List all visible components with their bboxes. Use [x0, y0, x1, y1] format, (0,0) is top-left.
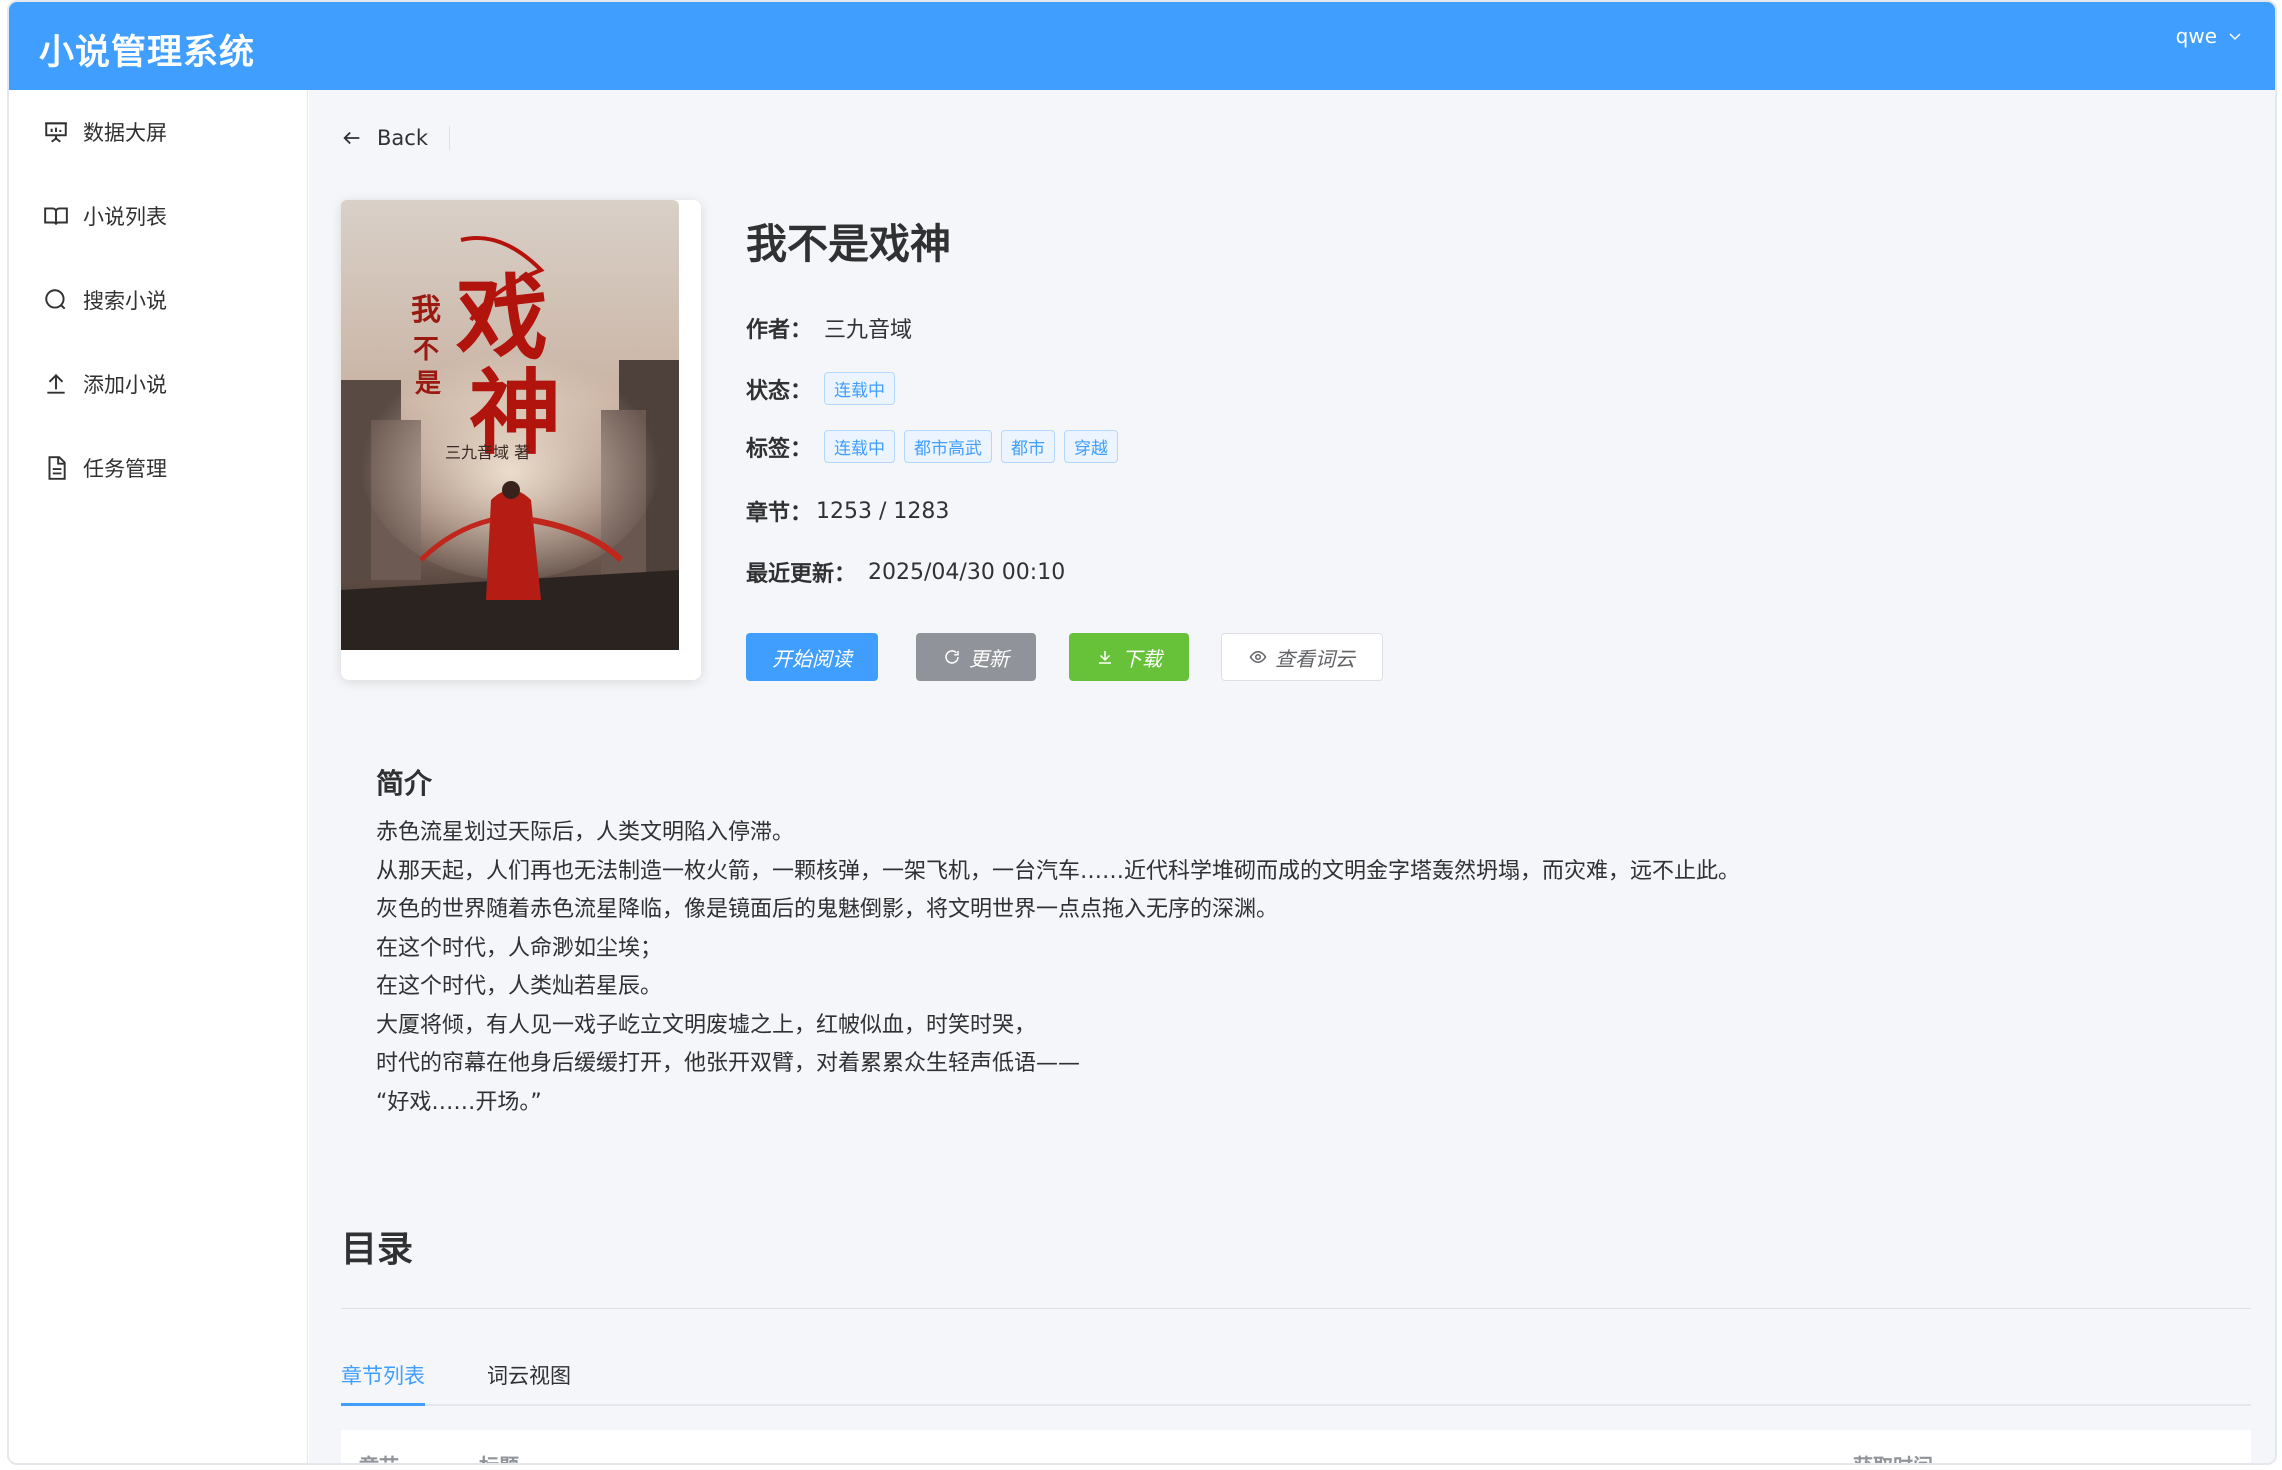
column-header-fetched-time[interactable]: 获取时间 [1853, 1450, 1933, 1463]
download-button[interactable]: 下载 [1069, 633, 1189, 681]
author-row: 作者： 三九音域 [746, 312, 912, 344]
intro-line: 在这个时代，人类灿若星辰。 [376, 974, 663, 999]
book-icon [44, 207, 68, 225]
updated-row: 最近更新： 2025/04/30 00:10 [746, 556, 1065, 588]
sidebar-item-dashboard[interactable]: 数据大屏 [9, 90, 308, 174]
divider [341, 1308, 2251, 1309]
intro-line: 灰色的世界随着赤色流星降临，像是镜面后的鬼魅倒影，将文明世界一点点拖入无序的深渊… [376, 897, 1279, 922]
author-value: 三九音域 [824, 318, 913, 343]
sidebar-item-add[interactable]: 添加小说 [9, 342, 308, 426]
status-label: 状态： [746, 378, 813, 404]
tag: 都市高武 [904, 430, 993, 463]
tags-row: 标签： 连载中 都市高武 都市 穿越 [746, 430, 1127, 463]
book-cover-image: 我 不 是 戏 神 三九音域 著 [341, 200, 679, 650]
app-title: 小说管理系统 [39, 33, 256, 73]
user-menu[interactable]: qwe [2176, 24, 2243, 48]
presentation-icon [45, 122, 67, 143]
view-wordcloud-button[interactable]: 查看词云 [1221, 633, 1383, 681]
intro-line: 赤色流星划过天际后，人类文明陷入停滞。 [376, 820, 795, 845]
sidebar: 数据大屏 小说列表 搜索小说 添加小说 任务管理 [9, 90, 308, 1463]
tab-wordcloud-view[interactable]: 词云视图 [487, 1360, 571, 1406]
updated-value: 2025/04/30 00:10 [868, 559, 1066, 585]
update-button[interactable]: 更新 [916, 633, 1036, 681]
upload-icon [47, 373, 65, 394]
tag: 都市 [1001, 430, 1056, 463]
refresh-icon [945, 650, 959, 664]
top-header: 小说管理系统 qwe [9, 2, 2275, 90]
tag: 连载中 [824, 430, 896, 463]
sidebar-item-label: 数据大屏 [83, 121, 167, 145]
svg-text:我: 我 [411, 293, 441, 328]
arrow-left-icon [343, 131, 360, 145]
cover-card: 我 不 是 戏 神 三九音域 著 [341, 200, 701, 680]
back-label: Back [377, 126, 428, 150]
intro-text: 赤色流星划过天际后，人类文明陷入停滞。 从那天起，人们再也无法制造一枚火箭，一颗… [376, 814, 1740, 1122]
sidebar-item-tasks[interactable]: 任务管理 [9, 426, 308, 510]
intro-line: 在这个时代，人命渺如尘埃； [376, 935, 663, 961]
column-header-title[interactable]: 标题 [479, 1450, 519, 1463]
chapters-value: 1253 / 1283 [816, 498, 950, 524]
chapters-label: 章节： [746, 501, 813, 526]
intro-line: 大厦将倾，有人见一戏子屹立文明废墟之上，红帔似血，时笑时哭， [376, 1012, 1037, 1038]
back-button[interactable]: Back [341, 126, 428, 150]
search-icon [45, 289, 66, 310]
username: qwe [2175, 24, 2217, 48]
document-icon [48, 456, 66, 480]
status-badge: 连载中 [824, 372, 896, 405]
chapter-table-header: 章节 标题 获取时间 [341, 1430, 2251, 1463]
sidebar-item-search[interactable]: 搜索小说 [9, 258, 308, 342]
svg-text:戏: 戏 [456, 264, 548, 372]
sidebar-item-label: 小说列表 [83, 205, 167, 229]
app-frame: 小说管理系统 qwe 数据大屏 小说列表 搜索小说 添加小说 任务管理 Back… [7, 0, 2277, 1465]
svg-text:不: 不 [413, 335, 439, 365]
chapters-row: 章节： 1253 / 1283 [746, 495, 949, 527]
intro-line: 从那天起，人们再也无法制造一枚火箭，一颗核弹，一架飞机，一台汽车……近代科学堆砌… [376, 858, 1741, 884]
sidebar-item-label: 任务管理 [83, 457, 167, 481]
button-label: 查看词云 [1275, 646, 1355, 671]
tag: 穿越 [1064, 430, 1119, 463]
button-label: 开始阅读 [772, 646, 852, 671]
svg-text:是: 是 [415, 369, 441, 399]
button-label: 下载 [1122, 646, 1162, 671]
chevron-down-icon [2229, 33, 2241, 41]
updated-label: 最近更新： [746, 562, 857, 587]
tab-chapter-list[interactable]: 章节列表 [341, 1360, 425, 1406]
book-title: 我不是戏神 [746, 220, 951, 268]
status-row: 状态： 连载中 [746, 372, 904, 405]
download-icon [1099, 651, 1111, 664]
svg-text:三九音域 著: 三九音域 著 [445, 443, 530, 462]
column-header-chapter[interactable]: 章节 [359, 1450, 399, 1463]
start-reading-button[interactable]: 开始阅读 [746, 633, 878, 681]
intro-line: “好戏……开场。” [376, 1089, 542, 1115]
divider [449, 126, 450, 150]
sidebar-item-novel-list[interactable]: 小说列表 [9, 174, 308, 258]
toc-tabs: 章节列表 词云视图 [341, 1360, 2251, 1406]
toc-heading: 目录 [341, 1229, 414, 1270]
sidebar-item-label: 添加小说 [83, 373, 167, 397]
button-label: 更新 [969, 646, 1009, 671]
intro-line: 时代的帘幕在他身后缓缓打开，他张开双臂，对着累累众生轻声低语—— [376, 1051, 1081, 1076]
author-label: 作者： [746, 318, 813, 343]
eye-icon [1249, 650, 1267, 664]
main-content: Back 我 不 是 戏 神 三九音域 著 我不是戏神 作者： 三九音域 状态：… [309, 90, 2275, 1463]
intro-heading: 简介 [376, 767, 433, 800]
sidebar-item-label: 搜索小说 [83, 289, 167, 313]
tags-label: 标签： [746, 436, 813, 462]
